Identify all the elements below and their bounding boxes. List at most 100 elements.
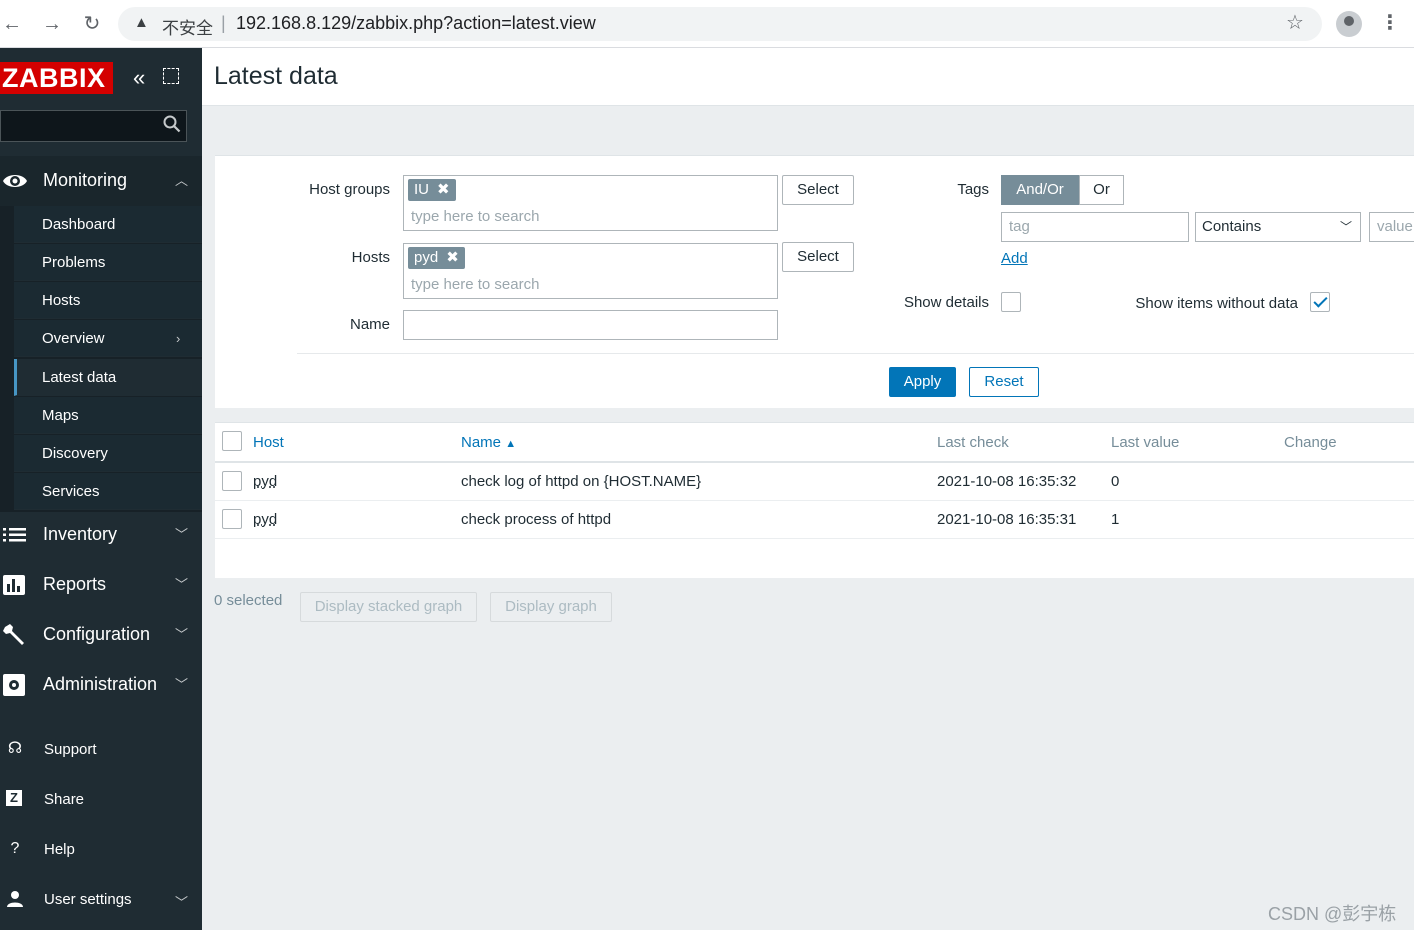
table-row: pyd check log of httpd on {HOST.NAME} 20… [215, 463, 1414, 501]
menu-administration-label: Administration [43, 674, 158, 694]
column-name-label: Name [461, 434, 502, 451]
host-groups-search-placeholder[interactable]: type here to search [411, 208, 539, 225]
bookmark-star-icon[interactable]: ☆ [1286, 10, 1304, 35]
row-last-value: 0 [1111, 473, 1120, 490]
zabbix-logo[interactable]: ZABBIX [0, 62, 113, 94]
tags-or-toggle[interactable]: Or [1079, 175, 1124, 205]
sidebar-item-dashboard[interactable]: Dashboard [14, 206, 202, 243]
reset-button[interactable]: Reset [969, 367, 1039, 397]
headset-icon: ☊ [7, 740, 23, 757]
tag-operator-value: Contains [1202, 218, 1262, 235]
menu-inventory[interactable]: Inventory ﹀ [0, 510, 202, 560]
column-name-header[interactable]: Name ▲ [461, 434, 516, 451]
hosts-multiselect[interactable]: pyd ✖ type here to search [403, 243, 778, 299]
help-icon: ? [10, 840, 20, 857]
show-items-without-data-checkbox[interactable] [1310, 292, 1330, 312]
menu-user-settings-label: User settings [44, 891, 132, 908]
row-host-link[interactable]: pyd [253, 511, 277, 528]
column-last-check-header: Last check [937, 434, 1009, 451]
menu-administration[interactable]: Administration ﹀ [0, 660, 202, 710]
remove-chip-icon[interactable]: ✖ [446, 249, 459, 266]
menu-share-label: Share [44, 791, 85, 808]
row-last-value: 1 [1111, 511, 1120, 528]
menu-share[interactable]: Z Share [0, 780, 202, 820]
row-checkbox[interactable] [222, 471, 242, 491]
menu-help[interactable]: ? Help [0, 830, 202, 870]
host-chip: pyd ✖ [408, 247, 465, 269]
eye-icon [3, 175, 27, 187]
warning-icon[interactable]: ▲ [134, 14, 149, 31]
monitoring-submenu: Dashboard Problems Hosts Overview › Late… [0, 206, 202, 512]
chevron-down-icon: ﹀ [175, 895, 189, 910]
host-groups-multiselect[interactable]: IU ✖ type here to search [403, 175, 778, 231]
share-z-icon: Z [6, 790, 22, 806]
chevron-down-icon: ﹀ [175, 677, 189, 692]
collapse-sidebar-icon[interactable]: « [133, 65, 145, 91]
address-bar[interactable]: ▲ 不安全 | 192.168.8.129/zabbix.php?action=… [118, 7, 1322, 41]
latest-data-table: Host Name ▲ Last check Last value Change… [215, 422, 1414, 578]
hosts-label: Hosts [351, 249, 390, 266]
url-text[interactable]: 192.168.8.129/zabbix.php?action=latest.v… [236, 13, 596, 34]
menu-help-label: Help [44, 841, 75, 858]
row-last-check: 2021-10-08 16:35:32 [937, 473, 1077, 490]
show-details-label: Show details [903, 294, 989, 311]
chevron-down-icon: ﹀ [175, 527, 189, 542]
table-row: pyd check process of httpd 2021-10-08 16… [215, 501, 1414, 539]
row-host-link[interactable]: pyd [253, 473, 277, 490]
sidebar-item-latest-data[interactable]: Latest data [14, 359, 202, 396]
forward-icon[interactable]: → [40, 12, 64, 36]
tag-operator-select[interactable]: Contains ﹀ [1195, 212, 1361, 242]
hosts-select-button[interactable]: Select [782, 242, 854, 272]
chevron-down-icon: ﹀ [175, 577, 189, 592]
wrench-icon [3, 624, 24, 645]
sidebar-item-overview[interactable]: Overview › [14, 320, 202, 357]
host-groups-select-button[interactable]: Select [782, 175, 854, 205]
menu-support-label: Support [44, 741, 97, 758]
browser-menu-icon[interactable]: ⋮ [1380, 10, 1400, 35]
sidebar-item-maps[interactable]: Maps [14, 397, 202, 434]
sidebar-item-discovery[interactable]: Discovery [14, 435, 202, 472]
remove-chip-icon[interactable]: ✖ [437, 181, 450, 198]
sort-ascending-icon: ▲ [505, 438, 517, 450]
profile-avatar-icon[interactable] [1336, 11, 1362, 37]
sidebar-item-hosts[interactable]: Hosts [14, 282, 202, 319]
tag-value-input[interactable]: value [1369, 212, 1414, 242]
sidebar-item-services[interactable]: Services [14, 473, 202, 510]
display-graph-button[interactable]: Display graph [490, 592, 612, 622]
tags-andor-toggle[interactable]: And/Or [1001, 175, 1079, 205]
chevron-down-icon: ﹀ [1339, 220, 1352, 234]
host-group-chip-label: IU [414, 181, 429, 198]
chevron-up-icon: ︿ [175, 173, 189, 188]
row-last-check: 2021-10-08 16:35:31 [937, 511, 1077, 528]
page-header: Latest data [202, 48, 1414, 106]
chevron-right-icon: › [176, 331, 181, 346]
reports-chart-icon [3, 575, 25, 595]
hosts-search-placeholder[interactable]: type here to search [411, 276, 539, 293]
menu-reports-label: Reports [43, 574, 107, 594]
sidebar-item-problems[interactable]: Problems [14, 244, 202, 281]
host-chip-label: pyd [414, 249, 439, 266]
menu-monitoring[interactable]: Monitoring ︿ [0, 156, 202, 206]
tag-input[interactable]: tag [1001, 212, 1189, 242]
display-stacked-graph-button[interactable]: Display stacked graph [300, 592, 477, 622]
apply-button[interactable]: Apply [889, 367, 956, 397]
menu-configuration[interactable]: Configuration ﹀ [0, 610, 202, 660]
row-checkbox[interactable] [222, 509, 242, 529]
show-details-checkbox[interactable] [1001, 292, 1021, 312]
menu-support[interactable]: ☊ Support [0, 730, 202, 770]
filter-panel: Host groups IU ✖ type here to search Sele… [215, 155, 1414, 408]
back-icon[interactable]: ← [0, 12, 24, 36]
show-items-without-data-label: Show items without data [1135, 295, 1298, 312]
search-icon[interactable] [163, 115, 181, 133]
menu-user-settings[interactable]: User settings ﹀ [0, 880, 202, 920]
select-all-checkbox[interactable] [222, 431, 242, 451]
menu-reports[interactable]: Reports ﹀ [0, 560, 202, 610]
name-input[interactable] [403, 310, 778, 340]
tags-label: Tags [957, 181, 989, 198]
insecure-label[interactable]: 不安全 [162, 14, 213, 39]
sidebar-search-input[interactable] [0, 110, 187, 142]
add-tag-link[interactable]: Add [1001, 250, 1028, 267]
column-host-header[interactable]: Host [253, 434, 284, 451]
reload-icon[interactable]: ↻ [80, 12, 104, 36]
kiosk-mode-icon[interactable] [163, 68, 179, 84]
